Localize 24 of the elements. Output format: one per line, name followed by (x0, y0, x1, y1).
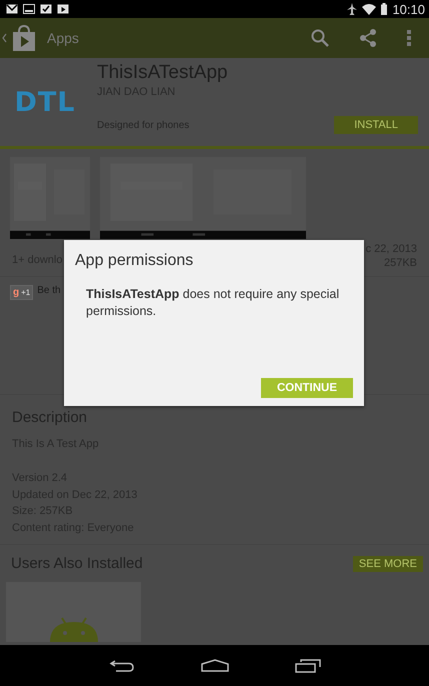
install-button[interactable]: INSTALL (334, 116, 418, 134)
search-icon[interactable] (311, 29, 329, 47)
app-logo: DTL (13, 86, 77, 120)
recent-apps-icon[interactable] (294, 658, 320, 672)
share-icon[interactable] (359, 29, 377, 47)
dialog-message: ThisIsATestApp does not require any special permissions. (85, 286, 340, 320)
shopping-bag-icon[interactable] (11, 24, 37, 52)
back-chevron-icon[interactable] (2, 33, 7, 43)
wifi-icon (362, 4, 376, 14)
clock-time: 10:10 (392, 2, 425, 16)
mail-icon (6, 4, 18, 14)
plus-one-button[interactable]: g +1 (10, 285, 34, 300)
continue-button[interactable]: CONTINUE (260, 378, 353, 398)
back-icon[interactable] (108, 658, 134, 672)
checkbox-icon (40, 4, 52, 14)
see-more-button[interactable]: SEE MORE (352, 556, 423, 572)
play-store-icon (57, 4, 69, 14)
dialog-title: App permissions (74, 251, 194, 270)
image-icon (23, 4, 35, 14)
home-icon[interactable] (200, 659, 228, 672)
battery-icon (381, 3, 388, 15)
airplane-icon (347, 3, 358, 15)
action-bar-title: Apps (47, 30, 79, 46)
overflow-menu-icon[interactable] (407, 30, 411, 46)
